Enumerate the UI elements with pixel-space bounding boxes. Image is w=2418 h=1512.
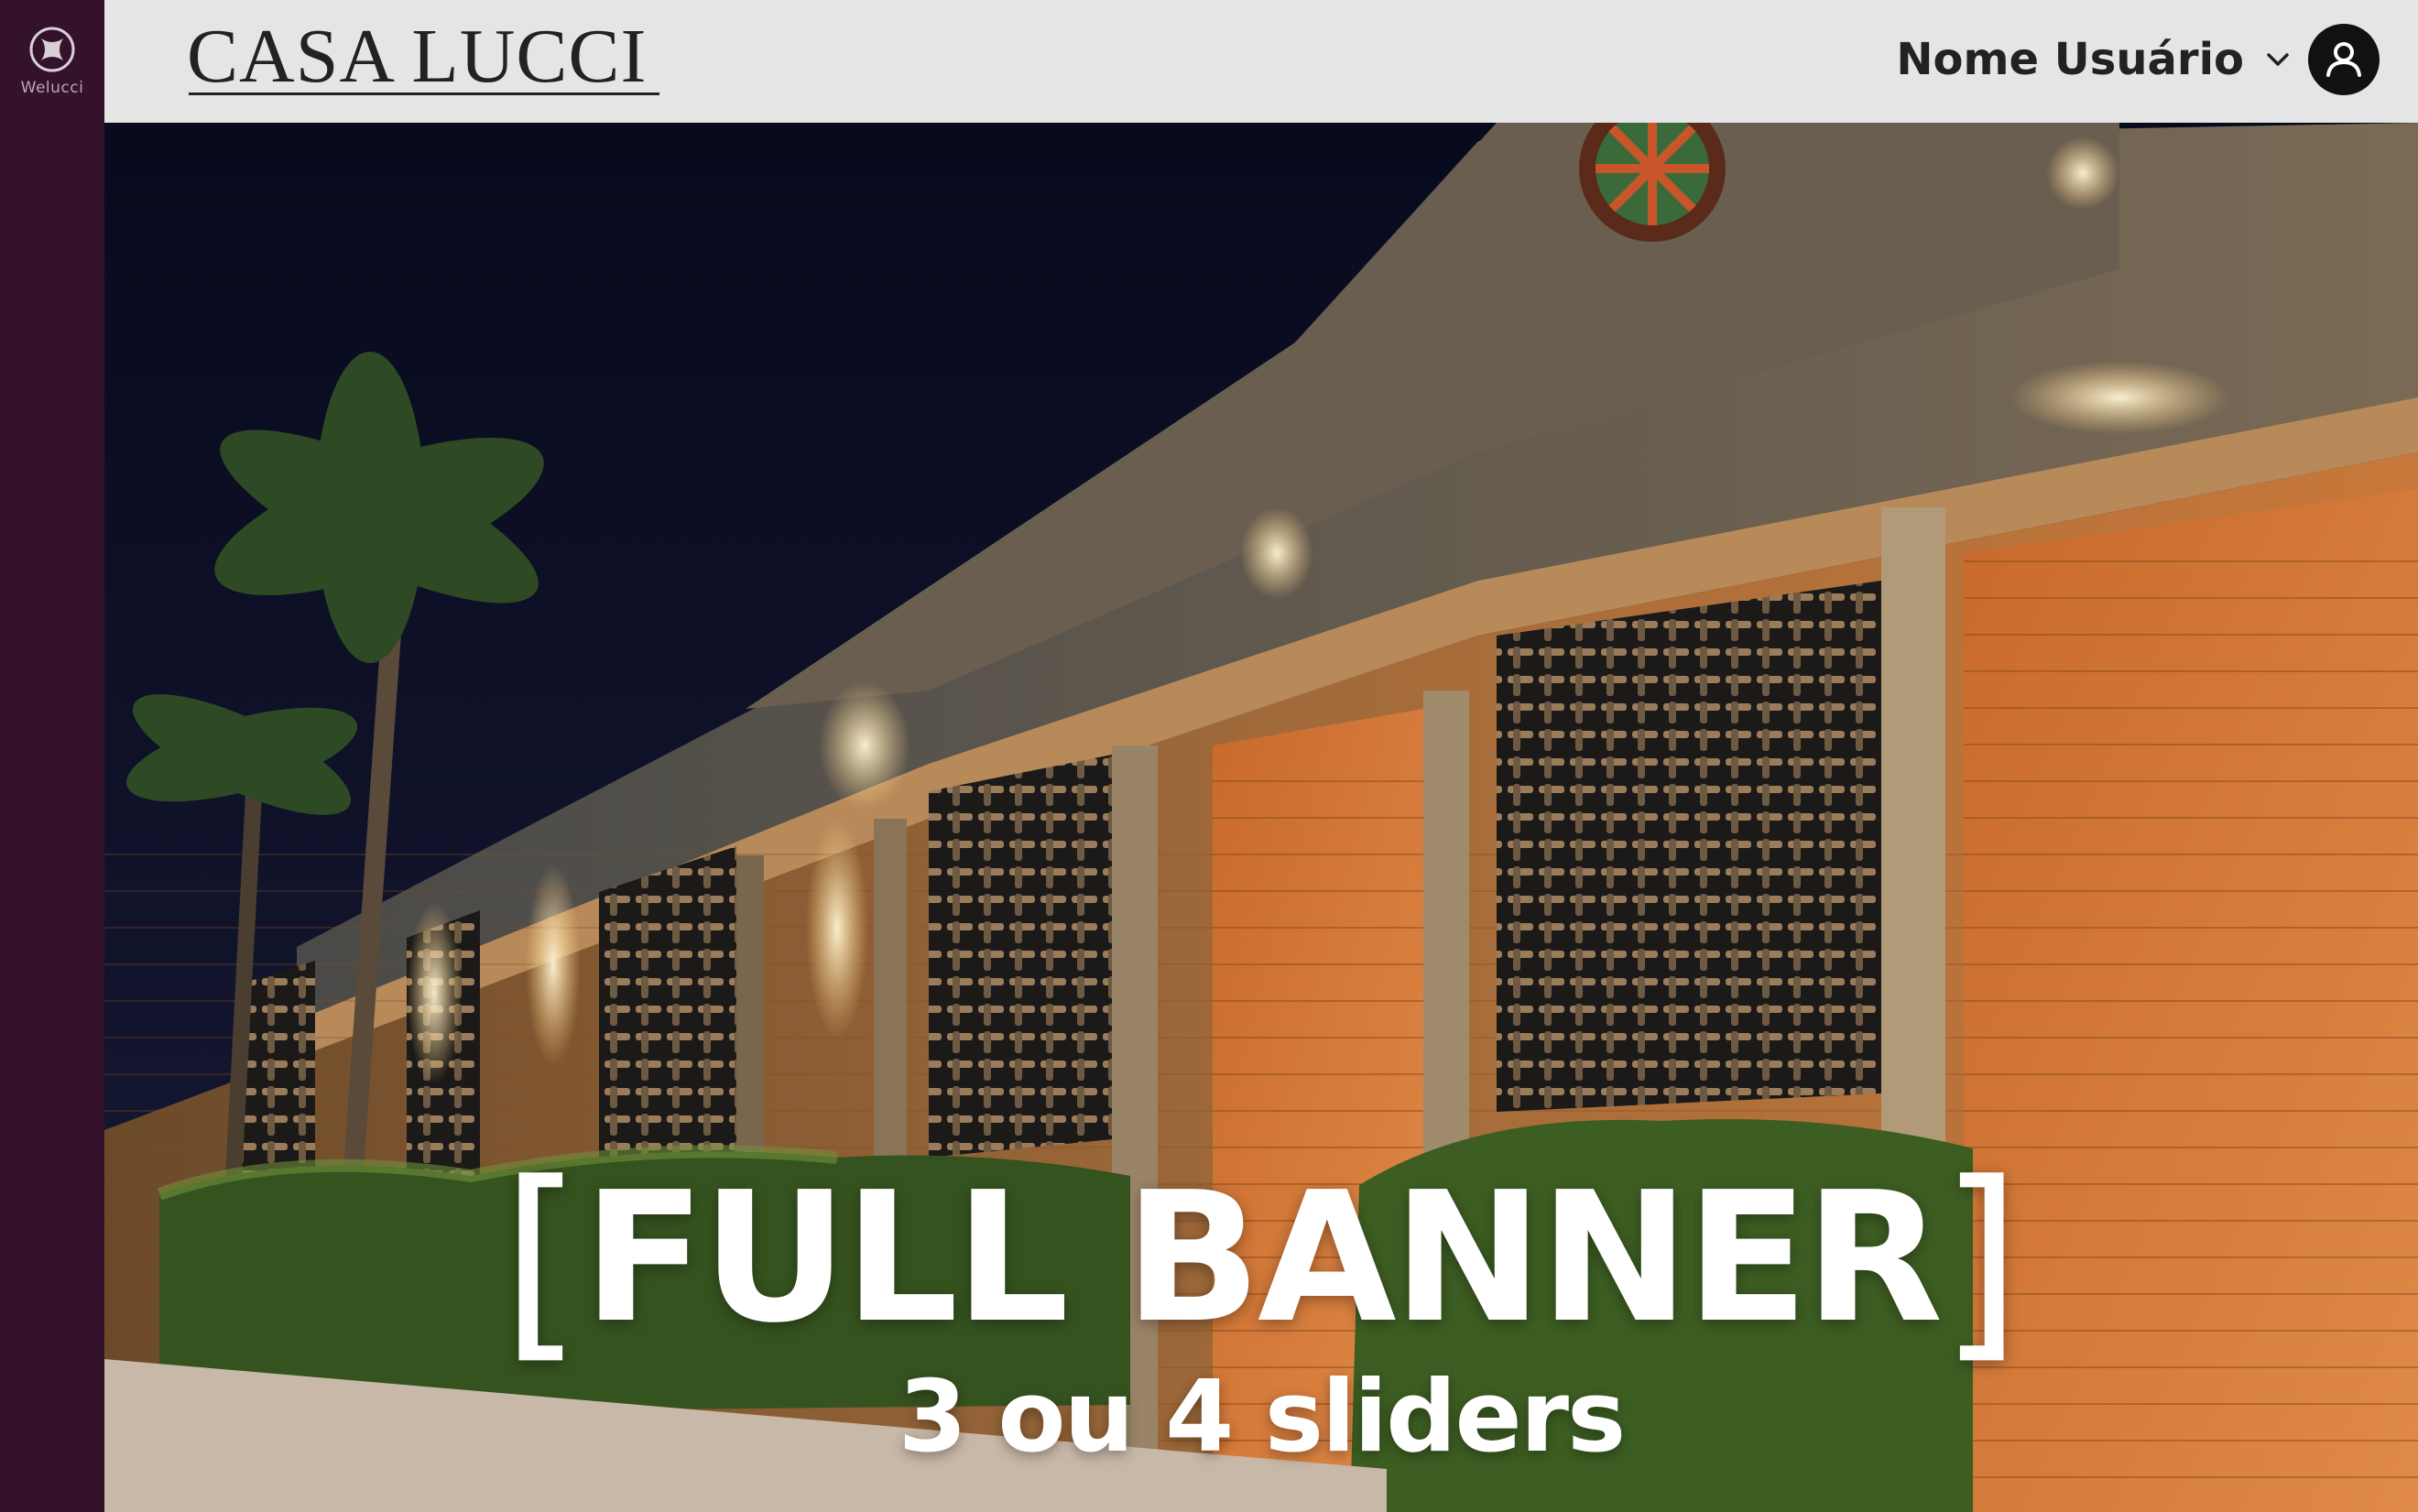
hero-banner[interactable]: [FULL BANNER] 3 ou 4 sliders [104,123,2418,1512]
bracket-open: [ [500,1138,583,1383]
welucci-logo-icon [29,27,75,72]
user-avatar-icon [2326,42,2361,77]
banner-subtitle: 3 ou 4 sliders [898,1360,1627,1474]
top-header: CASA LUCCI Nome Usuário [104,0,2418,123]
brand-underline [189,92,659,95]
user-name: Nome Usuário [1896,34,2244,85]
user-avatar-button[interactable] [2308,24,2380,95]
brand-logo[interactable]: CASA LUCCI [187,18,647,95]
app-sidebar: Welucci [0,0,104,1512]
chevron-down-icon [2267,53,2289,66]
bracket-close: ] [1939,1138,2022,1383]
logo-label: Welucci [20,79,84,97]
banner-title: [FULL BANNER] [104,1156,2418,1366]
welucci-logo[interactable]: Welucci [20,26,84,97]
banner-title-text: FULL BANNER [583,1154,1943,1363]
user-menu[interactable]: Nome Usuário [1896,27,2290,92]
